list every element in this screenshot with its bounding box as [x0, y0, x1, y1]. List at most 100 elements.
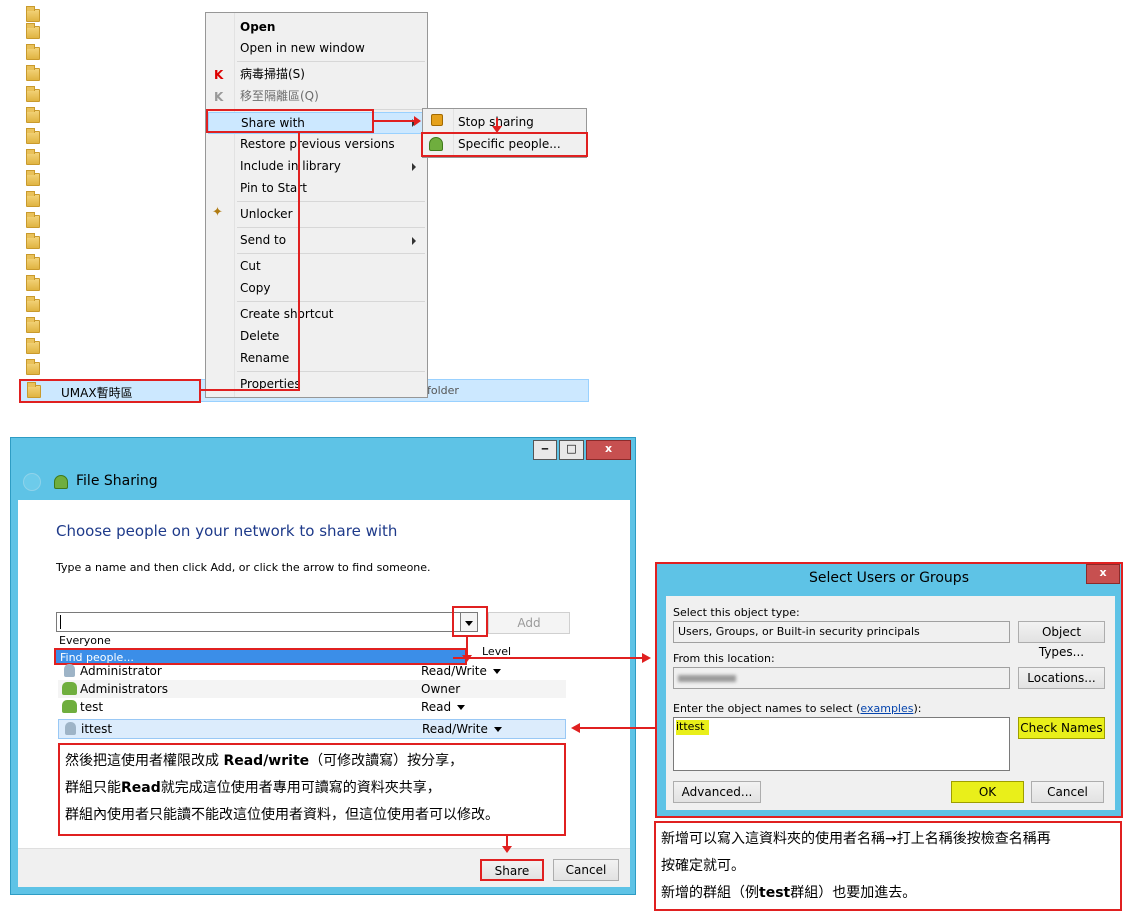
cancel-button[interactable]: Cancel [553, 859, 619, 881]
list-item[interactable]: test Read [58, 698, 566, 716]
note-line: 然後把這使用者權限改成 Read/write（可修改讀寫）按分享， [65, 748, 564, 775]
dropdown-option-everyone[interactable]: Everyone [59, 634, 111, 647]
cancel-button[interactable]: Cancel [1031, 781, 1104, 803]
maximize-button[interactable]: □ [559, 440, 584, 460]
note-line: 按確定就可。 [661, 858, 745, 874]
folder-icon[interactable] [26, 212, 40, 228]
folder-icon[interactable] [26, 191, 40, 207]
folder-icon[interactable] [26, 254, 40, 270]
menu-item-delete[interactable]: Delete [240, 326, 279, 346]
menu-item-send-to[interactable]: Send to [240, 230, 286, 250]
close-button[interactable]: x [586, 440, 631, 460]
row-level[interactable]: Read/Write [422, 720, 502, 738]
list-item[interactable]: Administrators Owner [58, 680, 566, 698]
folder-icon[interactable] [26, 233, 40, 249]
name-input[interactable] [56, 612, 469, 632]
note-text: 群組只能 [65, 780, 121, 796]
chevron-down-icon [457, 705, 466, 710]
menu-item-rename[interactable]: Rename [240, 348, 289, 368]
menu-item-include-in-library[interactable]: Include in library [240, 156, 341, 176]
examples-link[interactable]: examples [860, 702, 913, 715]
location-label: From this location: [673, 652, 775, 665]
menu-item-copy[interactable]: Copy [240, 278, 270, 298]
folder-icon[interactable] [26, 65, 40, 81]
people-icon [54, 475, 68, 489]
connector-arrowhead [571, 723, 580, 733]
row-level[interactable]: Read/Write [421, 662, 501, 680]
menu-separator [237, 253, 425, 254]
note-line: 群組內使用者只能讀不能改這位使用者資料，但這位使用者可以修改。 [65, 807, 499, 823]
locations-button[interactable]: Locations... [1018, 667, 1105, 689]
lock-icon [431, 114, 443, 126]
highlight-folder [19, 379, 201, 403]
page-heading: Choose people on your network to share w… [56, 522, 398, 540]
check-names-button[interactable]: Check Names [1018, 717, 1105, 739]
back-arrow-icon[interactable] [23, 473, 41, 491]
submenu-arrow-icon [412, 237, 416, 245]
note-emphasis: Read [121, 780, 161, 796]
connector-line [580, 727, 655, 729]
menu-item-pin-to-start[interactable]: Pin to Start [240, 178, 307, 198]
row-name: test [80, 700, 104, 714]
highlight-dropdown [452, 606, 488, 637]
folder-icon[interactable] [26, 107, 40, 123]
ok-button[interactable]: OK [951, 781, 1024, 803]
folder-icon[interactable] [26, 23, 40, 39]
highlight-share-with [206, 109, 374, 133]
menu-item-restore-previous-versions[interactable]: Restore previous versions [240, 134, 395, 154]
redacted-location [678, 674, 736, 682]
group-icon [62, 700, 77, 713]
object-types-button[interactable]: Object Types... [1018, 621, 1105, 659]
connector-arrowhead [502, 846, 512, 853]
share-button[interactable]: Share [480, 859, 544, 881]
connector-line [466, 637, 468, 657]
folder-icon[interactable] [26, 275, 40, 291]
menu-item-unlocker[interactable]: Unlocker [240, 204, 293, 224]
context-menu: Open Open in new window K 病毒掃描(S) K 移至隔離… [205, 12, 428, 398]
menu-item-properties[interactable]: Properties [240, 374, 301, 394]
menu-separator [237, 371, 425, 372]
instruction-text: Type a name and then click Add, or click… [56, 561, 431, 574]
annotation-note-right: 新增可以寫入這資料夾的使用者名稱→打上名稱後按檢查名稱再 按確定就可。 新增的群… [654, 821, 1122, 911]
object-names-input[interactable]: ittest [673, 717, 1010, 771]
user-icon [65, 722, 76, 735]
row-name: ittest [81, 722, 113, 736]
menu-item-virus-scan[interactable]: 病毒掃描(S) [240, 64, 305, 84]
list-item[interactable]: Administrator Read/Write [58, 662, 566, 680]
user-icon [64, 664, 75, 677]
connector-arrowhead [642, 653, 651, 663]
names-label-text: Enter the object names to select ( [673, 702, 861, 715]
folder-icon[interactable] [26, 128, 40, 144]
folder-icon[interactable] [26, 359, 40, 375]
advanced-button[interactable]: Advanced... [673, 781, 761, 803]
folder-icon[interactable] [26, 86, 40, 102]
menu-separator [237, 61, 425, 62]
connector-arrowhead [414, 116, 421, 126]
menu-item-create-shortcut[interactable]: Create shortcut [240, 304, 333, 324]
row-level[interactable]: Read [421, 698, 466, 716]
object-type-field: Users, Groups, or Built-in security prin… [673, 621, 1010, 643]
note-text: 就完成這位使用者專用可讀寫的資料夾共享， [160, 780, 441, 796]
note-text: 新增的群組（例 [661, 885, 759, 901]
menu-separator [237, 227, 425, 228]
menu-item-cut[interactable]: Cut [240, 256, 261, 276]
window-title: File Sharing [76, 473, 158, 489]
menu-item-open[interactable]: Open [240, 17, 275, 37]
folder-icon[interactable] [26, 6, 40, 22]
menu-item-open-new-window[interactable]: Open in new window [240, 38, 365, 58]
connector-line [374, 120, 416, 122]
folder-icon[interactable] [26, 317, 40, 333]
list-item[interactable]: ittest Read/Write [58, 719, 566, 739]
folder-type: folder [427, 384, 459, 397]
add-button[interactable]: Add [488, 612, 570, 634]
folder-icon[interactable] [26, 170, 40, 186]
folder-icon[interactable] [26, 149, 40, 165]
group-icon [62, 682, 77, 695]
close-button[interactable]: x [1086, 564, 1120, 584]
folder-icon[interactable] [26, 44, 40, 60]
menu-item-quarantine[interactable]: 移至隔離區(Q) [240, 86, 319, 106]
minimize-button[interactable]: ‒ [533, 440, 557, 460]
row-level-value: Read [421, 700, 452, 714]
folder-icon[interactable] [26, 338, 40, 354]
folder-icon[interactable] [26, 296, 40, 312]
